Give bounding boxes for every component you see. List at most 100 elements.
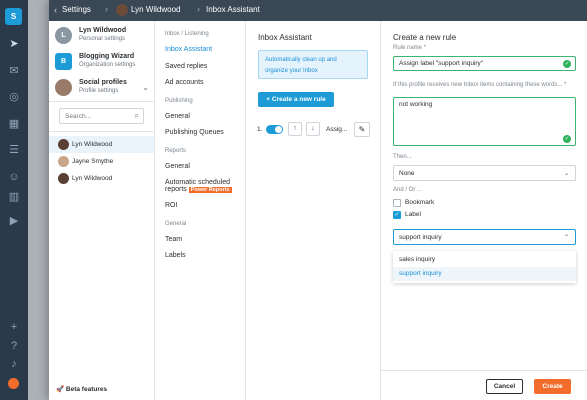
nav-publishing-general[interactable]: General: [165, 113, 190, 120]
profile-list-name: Lyn Wildwood: [72, 141, 113, 148]
breadcrumb-inbox-assistant: Inbox Assistant: [206, 5, 260, 14]
breadcrumb-separator-icon: ›: [197, 4, 200, 14]
profile-search-input[interactable]: [60, 109, 126, 123]
rocket-icon: 🚀: [56, 386, 65, 393]
contacts-icon[interactable]: ☺: [7, 170, 21, 184]
profile-initial-avatar: L: [55, 27, 72, 44]
user-avatar[interactable]: [8, 378, 19, 389]
info-box: Automatically clean up and organize your…: [258, 50, 368, 79]
beta-features-link[interactable]: 🚀 Beta features: [56, 385, 107, 393]
listening-icon[interactable]: ◎: [7, 90, 21, 104]
search-icon[interactable]: ⌕: [135, 111, 139, 121]
cancel-button[interactable]: Cancel: [486, 379, 523, 394]
inbox-assistant-title: Inbox Assistant: [258, 33, 312, 42]
profiles-column: L Lyn Wildwood Personal settings B Blogg…: [49, 21, 155, 400]
valid-check-icon: ✓: [563, 60, 571, 68]
calendar-icon[interactable]: ▦: [7, 117, 21, 131]
social-profiles-avatar: [55, 79, 72, 96]
nav-team[interactable]: Team: [165, 236, 182, 243]
notifications-icon[interactable]: ♪: [7, 357, 21, 371]
nav-ad-accounts[interactable]: Ad accounts: [165, 79, 204, 86]
nav-heading: Reports: [165, 148, 187, 154]
valid-check-icon: ✓: [563, 135, 571, 143]
reports-icon[interactable]: ▥: [7, 190, 21, 204]
create-button[interactable]: Create: [534, 379, 571, 394]
profile-list-item[interactable]: Lyn Wildwood: [49, 170, 154, 187]
profile-list-item[interactable]: Lyn Wildwood: [49, 136, 154, 153]
rule-number: 1.: [257, 126, 263, 133]
move-up-icon[interactable]: ↑: [288, 122, 302, 136]
nav-labels[interactable]: Labels: [165, 252, 186, 259]
organization-avatar: B: [55, 53, 72, 70]
nav-saved-replies[interactable]: Saved replies: [165, 63, 207, 70]
nav-inbox-assistant[interactable]: Inbox Assistant: [165, 46, 212, 53]
rule-row: 1. ↑ ↓ Assig... ✎: [257, 122, 377, 137]
avatar: [58, 173, 69, 184]
profile-list-name: Jayne Smythe: [72, 158, 114, 165]
profile-name: Lyn Wildwood: [79, 27, 127, 34]
breadcrumb-settings[interactable]: Settings: [62, 5, 91, 14]
rule-name-input[interactable]: Assign label "support inquiry" ✓: [393, 56, 576, 71]
inbox-icon[interactable]: ✉: [7, 64, 21, 78]
toggle-knob: [275, 126, 282, 133]
avatar: [58, 156, 69, 167]
profile-list-item[interactable]: Jayne Smythe: [49, 153, 154, 170]
then-value: None: [399, 170, 415, 177]
label-checkbox[interactable]: ✓: [393, 211, 401, 219]
nav-heading: Publishing: [165, 98, 193, 104]
edit-icon[interactable]: ✎: [354, 122, 370, 137]
help-icon[interactable]: ?: [7, 339, 21, 353]
rule-name[interactable]: Assig...: [326, 126, 347, 133]
info-line: organize your Inbox: [265, 68, 318, 74]
profile-sub: Organization settings: [79, 62, 136, 68]
profile-social[interactable]: Social profiles Profile settings ⌄: [55, 78, 155, 102]
words-label: If this profile receives new Inbox items…: [393, 82, 567, 88]
chevron-down-icon[interactable]: ⌄: [142, 83, 149, 92]
app-logo[interactable]: S: [5, 8, 22, 25]
inbox-assistant-column: Inbox Assistant Automatically clean up a…: [246, 21, 381, 400]
dropdown-option-support-inquiry[interactable]: support inquiry: [393, 267, 576, 281]
profile-sub: Personal settings: [79, 36, 126, 42]
app-rail: S ➤ ✉ ◎ ▦ ☰ ☺ ▥ ▶ + ? ♪: [0, 0, 28, 400]
media-icon[interactable]: ▶: [7, 214, 21, 228]
breadcrumb-profile[interactable]: Lyn Wildwood: [131, 5, 181, 14]
chevron-up-icon: ⌃: [563, 235, 569, 241]
form-title: Create a new rule: [393, 33, 457, 42]
profile-personal[interactable]: L Lyn Wildwood Personal settings: [55, 26, 155, 50]
avatar: [58, 139, 69, 150]
label-dropdown: sales inquiry support inquiry: [393, 251, 576, 283]
divider: [49, 101, 155, 102]
rule-name-label: Rule name *: [393, 45, 427, 51]
compose-icon[interactable]: ➤: [7, 37, 21, 51]
nav-heading: General: [165, 221, 187, 227]
dropdown-option-sales-inquiry[interactable]: sales inquiry: [393, 253, 576, 267]
settings-nav: Inbox / Listening Inbox Assistant Saved …: [155, 21, 246, 400]
breadcrumb-separator-icon: ›: [105, 4, 108, 14]
tasks-icon[interactable]: ☰: [7, 143, 21, 157]
nav-automatic-reports[interactable]: Automatic scheduled reports Power Reports: [165, 179, 232, 193]
label-select[interactable]: support inquiry ⌃: [393, 229, 576, 245]
then-select[interactable]: None ⌄: [393, 165, 576, 181]
add-icon[interactable]: +: [7, 320, 21, 334]
chevron-down-icon: ⌄: [563, 171, 569, 177]
back-icon[interactable]: ‹: [54, 5, 57, 15]
words-textarea[interactable]: not working ✓: [393, 97, 576, 146]
rule-toggle[interactable]: [266, 125, 283, 134]
nav-reports-general[interactable]: General: [165, 163, 190, 170]
power-reports-badge: Power Reports: [188, 187, 232, 193]
andor-label: And / Or ...: [393, 187, 423, 193]
profile-name: Blogging Wizard: [79, 53, 135, 60]
nav-roi[interactable]: ROI: [165, 202, 177, 209]
bookmark-checkbox[interactable]: [393, 199, 401, 207]
profile-organization[interactable]: B Blogging Wizard Organization settings: [55, 52, 155, 76]
divider: [49, 131, 155, 132]
label-select-value: support inquiry: [399, 234, 442, 241]
profile-avatar: [116, 4, 128, 16]
bookmark-label: Bookmark: [405, 199, 435, 206]
move-down-icon[interactable]: ↓: [306, 122, 320, 136]
profile-sub: Profile settings: [79, 88, 119, 94]
label-label: Label: [405, 211, 421, 218]
settings-panel: ‹ Settings › Lyn Wildwood › Inbox Assist…: [49, 0, 587, 400]
nav-publishing-queues[interactable]: Publishing Queues: [165, 129, 224, 136]
create-rule-button[interactable]: + Create a new rule: [258, 92, 334, 107]
